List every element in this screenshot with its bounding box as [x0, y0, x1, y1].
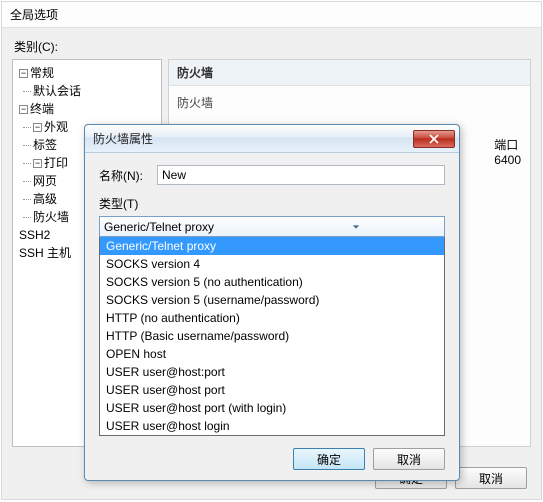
dropdown-option[interactable]: USER user@host login	[100, 417, 444, 435]
dropdown-option[interactable]: Generic/Telnet proxy	[100, 237, 444, 255]
dropdown-option[interactable]: USER user@host:port	[100, 363, 444, 381]
port-label: 端口	[494, 136, 521, 153]
dropdown-option[interactable]: USER user@host port	[100, 381, 444, 399]
panel-title: 防火墙	[169, 60, 530, 86]
tree-item[interactable]: 标签	[33, 138, 57, 152]
tree-item[interactable]: 终端	[30, 102, 54, 116]
dropdown-option[interactable]: USER user@host port (with login)	[100, 399, 444, 417]
name-input[interactable]	[157, 165, 445, 185]
collapse-icon[interactable]: −	[19, 69, 28, 78]
dropdown-option[interactable]: SOCKS version 5 (no authentication)	[100, 273, 444, 291]
dialog-titlebar[interactable]: 防火墙属性	[85, 125, 459, 153]
tree-item[interactable]: 高级	[33, 192, 57, 206]
close-button[interactable]	[413, 130, 455, 148]
tree-item[interactable]: 网页	[33, 174, 57, 188]
type-selected-value: Generic/Telnet proxy	[104, 220, 272, 234]
type-combobox[interactable]: Generic/Telnet proxy	[99, 216, 445, 237]
tree-item[interactable]: 防火墙	[33, 210, 69, 224]
dialog-title: 防火墙属性	[93, 130, 413, 147]
cancel-button[interactable]: 取消	[455, 467, 527, 489]
dropdown-option[interactable]: SOCKS version 4	[100, 255, 444, 273]
global-options-window: 全局选项 类别(C): −常规 默认会话 −终端 −外观 标签 −打印 网页 高…	[1, 1, 542, 500]
tree-item[interactable]: 打印	[44, 156, 68, 170]
collapse-icon[interactable]: −	[19, 105, 28, 114]
type-label: 类型(T)	[99, 197, 138, 211]
dialog-ok-button[interactable]: 确定	[293, 448, 365, 470]
window-title: 全局选项	[2, 2, 541, 28]
port-value: 6400	[494, 153, 521, 167]
close-icon	[429, 134, 439, 144]
collapse-icon[interactable]: −	[33, 159, 42, 168]
dialog-cancel-button[interactable]: 取消	[373, 448, 445, 470]
dropdown-option[interactable]: HTTP (no authentication)	[100, 309, 444, 327]
type-dropdown-list[interactable]: Generic/Telnet proxySOCKS version 4SOCKS…	[99, 237, 445, 436]
panel-subtitle: 防火墙	[177, 94, 522, 111]
name-label: 名称(N):	[99, 167, 151, 184]
port-info: 端口 6400	[494, 136, 521, 167]
tree-item[interactable]: SSH2	[19, 228, 50, 242]
collapse-icon[interactable]: −	[33, 123, 42, 132]
chevron-down-icon	[272, 220, 440, 234]
category-label: 类别(C):	[14, 38, 531, 55]
firewall-properties-dialog: 防火墙属性 名称(N): 类型(T) Generic/Telnet proxy	[84, 124, 460, 481]
tree-item[interactable]: 外观	[44, 120, 68, 134]
tree-item[interactable]: 常规	[30, 66, 54, 80]
tree-item[interactable]: SSH 主机	[19, 246, 71, 260]
dropdown-option[interactable]: HTTP (Basic username/password)	[100, 327, 444, 345]
dropdown-option[interactable]: OPEN host	[100, 345, 444, 363]
tree-item[interactable]: 默认会话	[33, 84, 81, 98]
dropdown-option[interactable]: SOCKS version 5 (username/password)	[100, 291, 444, 309]
